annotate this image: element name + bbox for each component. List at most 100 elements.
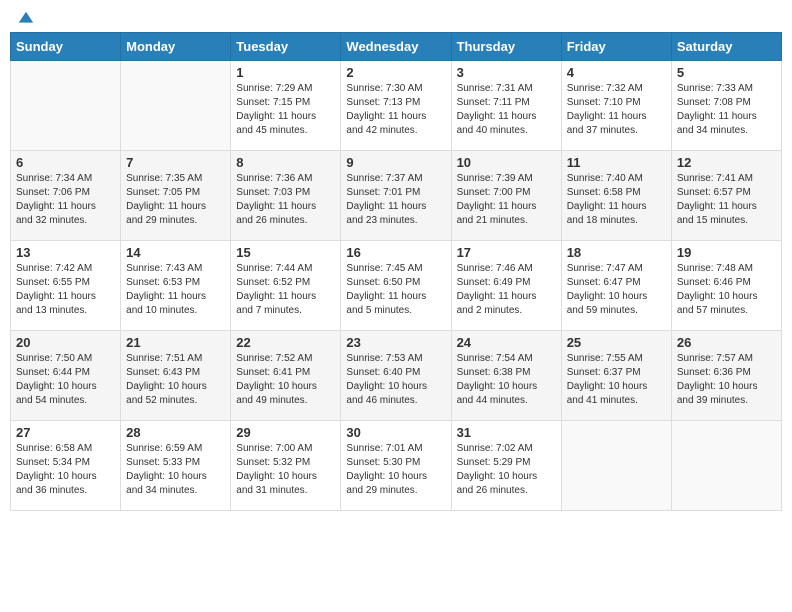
calendar-cell: 24 Sunrise: 7:54 AMSunset: 6:38 PMDayligh… xyxy=(451,331,561,421)
day-info: Sunrise: 7:39 AMSunset: 7:00 PMDaylight:… xyxy=(457,172,556,228)
calendar-cell xyxy=(671,421,781,511)
calendar-cell xyxy=(561,421,671,511)
day-number: 14 xyxy=(126,245,225,260)
calendar-cell: 15 Sunrise: 7:44 AMSunset: 6:52 PMDayligh… xyxy=(231,241,341,331)
calendar-cell: 7 Sunrise: 7:35 AMSunset: 7:05 PMDaylight… xyxy=(121,151,231,241)
calendar-cell: 27 Sunrise: 6:58 AMSunset: 5:34 PMDayligh… xyxy=(11,421,121,511)
calendar-cell: 23 Sunrise: 7:53 AMSunset: 6:40 PMDayligh… xyxy=(341,331,451,421)
calendar-cell: 22 Sunrise: 7:52 AMSunset: 6:41 PMDayligh… xyxy=(231,331,341,421)
calendar-cell xyxy=(11,61,121,151)
day-number: 29 xyxy=(236,425,335,440)
day-number: 5 xyxy=(677,65,776,80)
day-info: Sunrise: 7:01 AMSunset: 5:30 PMDaylight:… xyxy=(346,442,445,498)
logo xyxy=(15,10,35,24)
calendar-cell: 26 Sunrise: 7:57 AMSunset: 6:36 PMDayligh… xyxy=(671,331,781,421)
day-number: 10 xyxy=(457,155,556,170)
day-number: 13 xyxy=(16,245,115,260)
day-info: Sunrise: 7:35 AMSunset: 7:05 PMDaylight:… xyxy=(126,172,225,228)
day-number: 22 xyxy=(236,335,335,350)
day-info: Sunrise: 7:37 AMSunset: 7:01 PMDaylight:… xyxy=(346,172,445,228)
weekday-header-saturday: Saturday xyxy=(671,33,781,61)
day-info: Sunrise: 7:42 AMSunset: 6:55 PMDaylight:… xyxy=(16,262,115,318)
weekday-header-thursday: Thursday xyxy=(451,33,561,61)
day-number: 15 xyxy=(236,245,335,260)
day-number: 21 xyxy=(126,335,225,350)
calendar-cell: 29 Sunrise: 7:00 AMSunset: 5:32 PMDayligh… xyxy=(231,421,341,511)
day-info: Sunrise: 7:54 AMSunset: 6:38 PMDaylight:… xyxy=(457,352,556,408)
day-info: Sunrise: 7:33 AMSunset: 7:08 PMDaylight:… xyxy=(677,82,776,138)
day-info: Sunrise: 7:32 AMSunset: 7:10 PMDaylight:… xyxy=(567,82,666,138)
calendar-cell: 1 Sunrise: 7:29 AMSunset: 7:15 PMDaylight… xyxy=(231,61,341,151)
day-info: Sunrise: 7:47 AMSunset: 6:47 PMDaylight:… xyxy=(567,262,666,318)
calendar-table: SundayMondayTuesdayWednesdayThursdayFrid… xyxy=(10,32,782,511)
calendar-cell: 14 Sunrise: 7:43 AMSunset: 6:53 PMDayligh… xyxy=(121,241,231,331)
weekday-header-sunday: Sunday xyxy=(11,33,121,61)
day-info: Sunrise: 7:31 AMSunset: 7:11 PMDaylight:… xyxy=(457,82,556,138)
day-number: 8 xyxy=(236,155,335,170)
day-number: 6 xyxy=(16,155,115,170)
day-info: Sunrise: 7:43 AMSunset: 6:53 PMDaylight:… xyxy=(126,262,225,318)
day-info: Sunrise: 7:30 AMSunset: 7:13 PMDaylight:… xyxy=(346,82,445,138)
calendar-cell: 11 Sunrise: 7:40 AMSunset: 6:58 PMDayligh… xyxy=(561,151,671,241)
weekday-header-friday: Friday xyxy=(561,33,671,61)
calendar-cell: 8 Sunrise: 7:36 AMSunset: 7:03 PMDaylight… xyxy=(231,151,341,241)
calendar-cell: 9 Sunrise: 7:37 AMSunset: 7:01 PMDaylight… xyxy=(341,151,451,241)
day-info: Sunrise: 7:52 AMSunset: 6:41 PMDaylight:… xyxy=(236,352,335,408)
day-number: 26 xyxy=(677,335,776,350)
day-info: Sunrise: 7:45 AMSunset: 6:50 PMDaylight:… xyxy=(346,262,445,318)
day-info: Sunrise: 7:48 AMSunset: 6:46 PMDaylight:… xyxy=(677,262,776,318)
day-info: Sunrise: 7:41 AMSunset: 6:57 PMDaylight:… xyxy=(677,172,776,228)
day-info: Sunrise: 7:53 AMSunset: 6:40 PMDaylight:… xyxy=(346,352,445,408)
day-number: 20 xyxy=(16,335,115,350)
day-number: 16 xyxy=(346,245,445,260)
calendar-cell: 19 Sunrise: 7:48 AMSunset: 6:46 PMDayligh… xyxy=(671,241,781,331)
day-info: Sunrise: 7:36 AMSunset: 7:03 PMDaylight:… xyxy=(236,172,335,228)
weekday-header-monday: Monday xyxy=(121,33,231,61)
calendar-cell: 10 Sunrise: 7:39 AMSunset: 7:00 PMDayligh… xyxy=(451,151,561,241)
calendar-cell: 16 Sunrise: 7:45 AMSunset: 6:50 PMDayligh… xyxy=(341,241,451,331)
calendar-cell xyxy=(121,61,231,151)
calendar-cell: 25Sunrise: 7:55 AMSunset: 6:37 PMDayligh… xyxy=(561,331,671,421)
day-info: Sunrise: 7:55 AMSunset: 6:37 PMDaylight:… xyxy=(567,352,666,408)
day-info: Sunrise: 7:29 AMSunset: 7:15 PMDaylight:… xyxy=(236,82,335,138)
calendar-cell: 2 Sunrise: 7:30 AMSunset: 7:13 PMDaylight… xyxy=(341,61,451,151)
day-number: 17 xyxy=(457,245,556,260)
day-number: 1 xyxy=(236,65,335,80)
day-number: 31 xyxy=(457,425,556,440)
calendar-cell: 30 Sunrise: 7:01 AMSunset: 5:30 PMDayligh… xyxy=(341,421,451,511)
day-info: Sunrise: 7:57 AMSunset: 6:36 PMDaylight:… xyxy=(677,352,776,408)
weekday-header-tuesday: Tuesday xyxy=(231,33,341,61)
day-number: 30 xyxy=(346,425,445,440)
calendar-cell: 6 Sunrise: 7:34 AMSunset: 7:06 PMDaylight… xyxy=(11,151,121,241)
day-info: Sunrise: 7:02 AMSunset: 5:29 PMDaylight:… xyxy=(457,442,556,498)
day-number: 11 xyxy=(567,155,666,170)
day-number: 3 xyxy=(457,65,556,80)
calendar-cell: 31 Sunrise: 7:02 AMSunset: 5:29 PMDayligh… xyxy=(451,421,561,511)
day-number: 12 xyxy=(677,155,776,170)
calendar-cell: 28 Sunrise: 6:59 AMSunset: 5:33 PMDayligh… xyxy=(121,421,231,511)
day-number: 2 xyxy=(346,65,445,80)
page-header xyxy=(10,10,782,24)
day-info: Sunrise: 7:00 AMSunset: 5:32 PMDaylight:… xyxy=(236,442,335,498)
day-number: 19 xyxy=(677,245,776,260)
day-number: 9 xyxy=(346,155,445,170)
calendar-cell: 4 Sunrise: 7:32 AMSunset: 7:10 PMDaylight… xyxy=(561,61,671,151)
day-info: Sunrise: 7:34 AMSunset: 7:06 PMDaylight:… xyxy=(16,172,115,228)
day-info: Sunrise: 7:46 AMSunset: 6:49 PMDaylight:… xyxy=(457,262,556,318)
day-number: 18 xyxy=(567,245,666,260)
day-info: Sunrise: 7:50 AMSunset: 6:44 PMDaylight:… xyxy=(16,352,115,408)
logo-icon xyxy=(17,10,35,28)
day-number: 4 xyxy=(567,65,666,80)
day-number: 27 xyxy=(16,425,115,440)
day-info: Sunrise: 6:59 AMSunset: 5:33 PMDaylight:… xyxy=(126,442,225,498)
day-info: Sunrise: 7:40 AMSunset: 6:58 PMDaylight:… xyxy=(567,172,666,228)
day-number: 23 xyxy=(346,335,445,350)
day-info: Sunrise: 7:44 AMSunset: 6:52 PMDaylight:… xyxy=(236,262,335,318)
calendar-cell: 13 Sunrise: 7:42 AMSunset: 6:55 PMDayligh… xyxy=(11,241,121,331)
calendar-cell: 17 Sunrise: 7:46 AMSunset: 6:49 PMDayligh… xyxy=(451,241,561,331)
day-number: 28 xyxy=(126,425,225,440)
day-info: Sunrise: 6:58 AMSunset: 5:34 PMDaylight:… xyxy=(16,442,115,498)
calendar-cell: 12 Sunrise: 7:41 AMSunset: 6:57 PMDayligh… xyxy=(671,151,781,241)
day-number: 24 xyxy=(457,335,556,350)
day-number: 7 xyxy=(126,155,225,170)
